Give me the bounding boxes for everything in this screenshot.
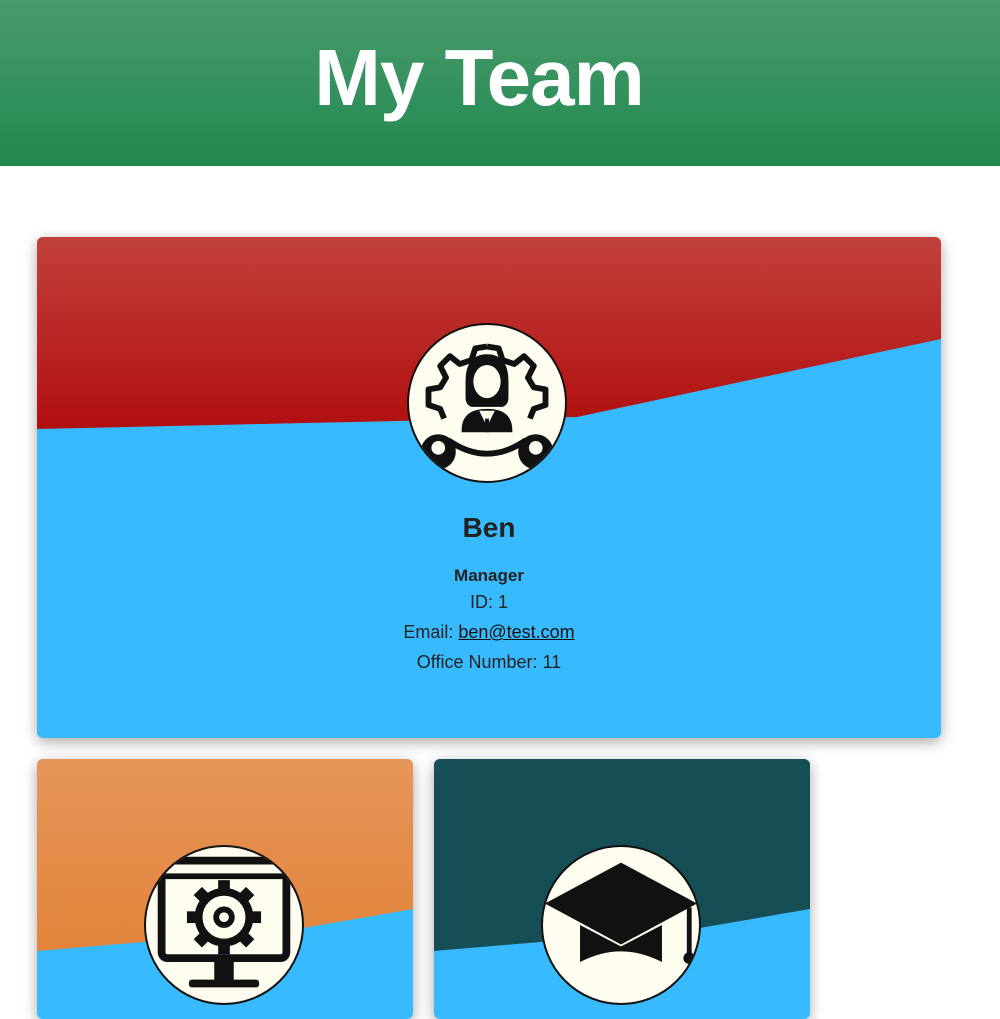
employee-id: ID: 1 (469, 592, 508, 612)
employee-card-engineer (37, 759, 413, 1019)
employee-card-manager: Ben Manager ID: 1 Email: ben@test.com Of… (37, 237, 941, 738)
page-title: My Team (314, 33, 644, 122)
manager-icon (407, 323, 567, 483)
engineer-icon (144, 845, 304, 1005)
email-link[interactable]: ben@test.com (458, 622, 574, 642)
email-label: Email: (403, 622, 459, 642)
employee-card-intern (434, 759, 810, 1019)
employee-email-row: Email: ben@test.com (37, 617, 941, 647)
office-number: Office Number: 11 (416, 652, 562, 672)
employee-name: Ben (462, 512, 516, 543)
card-info: Ben Manager ID: 1 Email: ben@test.com Of… (37, 511, 941, 677)
intern-icon (541, 845, 701, 1005)
page-header: My Team (0, 0, 1000, 166)
employee-role: Manager (454, 566, 524, 585)
